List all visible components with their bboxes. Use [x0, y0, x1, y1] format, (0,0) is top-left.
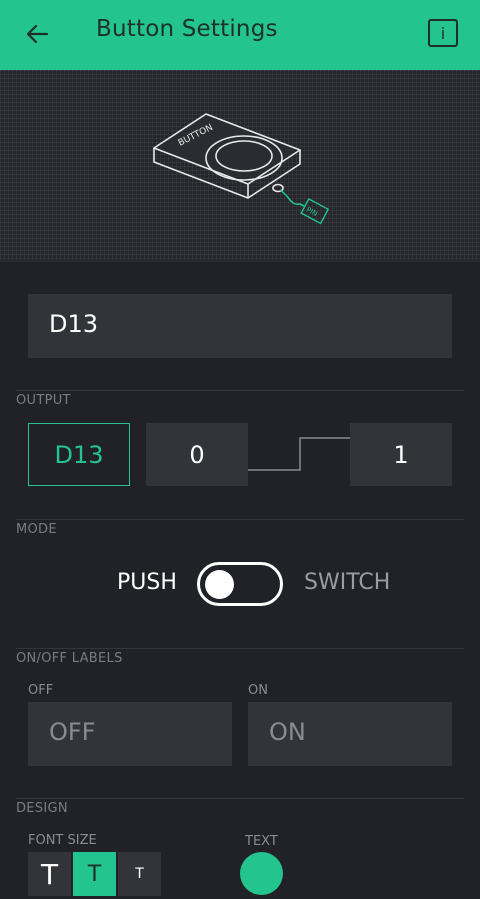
off-label-caption: OFF [28, 683, 54, 698]
text-color-picker[interactable] [240, 852, 283, 895]
back-button[interactable] [22, 18, 54, 50]
info-button[interactable]: i [428, 19, 458, 47]
mode-section-label: MODE [16, 522, 57, 537]
pin-selector[interactable]: D13 [28, 423, 130, 486]
widget-name-input[interactable]: D13 [28, 294, 452, 358]
output-low-value: 0 [189, 440, 205, 469]
button-device-icon: BUTTON PIN [153, 113, 330, 225]
page-title: Button Settings [96, 16, 278, 42]
font-size-small-button[interactable]: T [118, 852, 161, 896]
widget-name-value: D13 [49, 310, 99, 338]
toggle-knob [205, 570, 234, 599]
font-size-large-button[interactable]: T [28, 852, 71, 896]
info-icon: i [440, 23, 446, 43]
app-bar: Button Settings i [0, 0, 480, 70]
off-label-placeholder: OFF [49, 718, 96, 746]
pin-value: D13 [54, 440, 104, 469]
output-section-label: OUTPUT [16, 393, 71, 408]
output-high-value: 1 [393, 440, 409, 469]
on-label-placeholder: ON [269, 718, 306, 746]
mode-switch-label[interactable]: SWITCH [304, 570, 390, 595]
divider [16, 519, 464, 520]
font-size-label: FONT SIZE [28, 833, 97, 848]
output-high-value-input[interactable]: 1 [350, 423, 452, 486]
font-size-medium-button[interactable]: T [73, 852, 116, 896]
mode-toggle[interactable] [197, 562, 283, 606]
mode-push-label[interactable]: PUSH [117, 570, 177, 595]
font-size-medium-glyph: T [87, 861, 102, 887]
widget-illustration: BUTTON PIN [0, 70, 480, 262]
on-label-input[interactable]: ON [248, 702, 452, 766]
divider [16, 648, 464, 649]
text-color-label: TEXT [245, 834, 278, 849]
font-size-large-glyph: T [40, 857, 59, 891]
divider [16, 798, 464, 799]
design-section-label: DESIGN [16, 801, 68, 816]
output-range-wave-icon [248, 437, 350, 471]
output-low-value-input[interactable]: 0 [146, 423, 248, 486]
off-label-input[interactable]: OFF [28, 702, 232, 766]
font-size-small-glyph: T [135, 866, 144, 882]
labels-section-label: ON/OFF LABELS [16, 651, 123, 666]
divider [16, 390, 464, 391]
on-label-caption: ON [248, 683, 268, 698]
back-arrow-icon [26, 24, 49, 44]
